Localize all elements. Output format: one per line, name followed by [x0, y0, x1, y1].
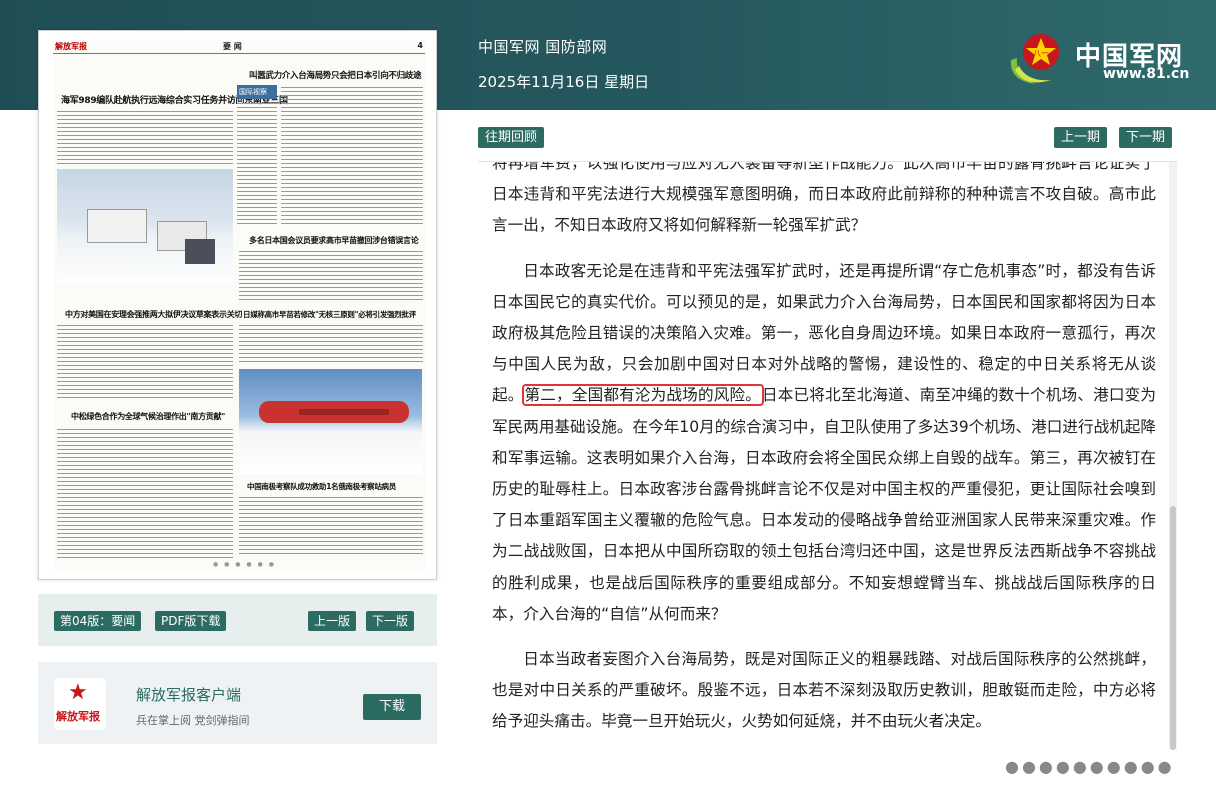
next-issue-button[interactable]: 下一期 [1119, 127, 1173, 148]
article-paragraph: 将再增军费，以强化使用与应对无人装备等新型作战能力。此次高市早苗的露骨挑衅言论证… [492, 162, 1156, 242]
app-download-button[interactable]: 下载 [363, 694, 421, 720]
divider [53, 53, 425, 54]
article-text-block[interactable] [239, 325, 423, 365]
paragraph-text: 日本已将北至北海道、南至冲绳的数十个机场、港口变为军民两用基础设施。在今年10月… [492, 386, 1156, 623]
article-text-block[interactable] [57, 111, 233, 165]
color-dots: ● ● ● ● ● ● [213, 561, 276, 568]
scrollbar-thumb[interactable] [1170, 506, 1176, 750]
newspaper-page-preview[interactable]: 解放军报 要 闻 4 海军989编队赴航执行远海综合实习任务并访问东南亚三国 叫… [38, 30, 437, 580]
article-text-block[interactable] [239, 251, 423, 301]
app-title: 解放军报客户端 [136, 686, 242, 704]
article-paragraph: 日本当政者妄图介入台海局势，既是对国际正义的粗暴践踏、对战后国际秩序的公然挑衅，… [492, 644, 1156, 738]
svg-text:八一: 八一 [1033, 49, 1049, 58]
article-text-block[interactable] [57, 429, 233, 559]
app-promo-panel: ★ 解放军报 解放军报客户端 兵在掌上阅 党剑弹指间 下载 [38, 662, 437, 744]
news-photo-red-aircraft[interactable] [239, 369, 422, 474]
prev-edition-button[interactable]: 上一版 [308, 611, 357, 631]
article-text-block[interactable] [239, 497, 423, 557]
app-logo: ★ 解放军报 [54, 678, 106, 730]
pdf-download-button[interactable]: PDF版下载 [155, 611, 227, 631]
article-text-block[interactable] [281, 87, 423, 227]
newspaper-page-header: 要 闻 [223, 42, 242, 51]
edition-bar: 第04版：要闻 PDF版下载 上一版 下一版 [38, 594, 437, 646]
logo-url: www.81.cn [1103, 66, 1190, 82]
loading-dots-icon: ●●●●●●●●●● [1005, 757, 1175, 776]
headline-japan-warning[interactable]: 叫嚣武力介入台海局势只会把日本引向不归歧途 [249, 69, 422, 81]
site-logo[interactable]: 八一 中国军网 www.81.cn [1005, 30, 1195, 90]
archive-button[interactable]: 往期回顾 [478, 127, 545, 148]
app-subtitle: 兵在掌上阅 党剑弹指间 [136, 714, 250, 727]
vehicle-shape [87, 209, 147, 243]
headline-diet-members[interactable]: 多名日本国会议员要求高市早苗撤回涉台错误言论 [249, 235, 419, 246]
news-photo-antarctic-vehicles[interactable] [57, 169, 233, 284]
highlighted-sentence: 第二，全国都有沦为战场的风险。 [521, 384, 765, 407]
headline-antarctic-rescue[interactable]: 中国南极考察队成功救助1名俄南极考察站病员 [247, 481, 396, 492]
header-texts: 中国军网 国防部网 2025年11月16日 星期日 [478, 36, 649, 92]
headline-un-resolutions[interactable]: 中方对美国在安理会强推两大拟伊决议草案表示关切 [65, 309, 242, 320]
newspaper-page-number: 4 [417, 41, 423, 50]
newspaper-masthead: 解放军报 [55, 42, 87, 51]
headline-nuclear-principles[interactable]: 日媒称高市早苗若修改"无核三原则"必将引发强烈批评 [243, 309, 416, 320]
article-text-block[interactable] [237, 103, 277, 227]
aircraft-wing-shape [299, 409, 389, 415]
next-edition-button[interactable]: 下一版 [366, 611, 415, 631]
header-site-links[interactable]: 中国军网 国防部网 [478, 36, 649, 57]
header-date: 2025年11月16日 星期日 [478, 73, 650, 91]
article-paragraph: 日本政客无论是在违背和平宪法强军扩武时，还是再提所谓“存亡危机事态”时，都没有告… [492, 256, 1156, 630]
paragraph-text: 将再增军费，以强化使用与应对无人装备等新型作战能力。此次高市早苗的露骨挑衅言论证… [492, 162, 1156, 235]
article-body[interactable]: 将再增军费，以强化使用与应对无人装备等新型作战能力。此次高市早苗的露骨挑衅言论证… [492, 162, 1156, 750]
newspaper-page[interactable]: 解放军报 要 闻 4 海军989编队赴航执行远海综合实习任务并访问东南亚三国 叫… [53, 39, 425, 571]
red-star-icon: ★ [68, 680, 88, 705]
prev-issue-button[interactable]: 上一期 [1054, 127, 1108, 148]
headline-green-cooperation[interactable]: 中松绿色合作为全球气候治理作出"南方贡献" [71, 411, 225, 422]
column-badge: 国际视察 [237, 85, 277, 99]
edition-label-button[interactable]: 第04版：要闻 [54, 611, 142, 631]
people-shape [185, 239, 215, 264]
army-star-emblem-icon: 八一 [1010, 34, 1059, 84]
paragraph-text: 日本政客无论是在违背和平宪法强军扩武时，还是再提所谓“存亡危机事态”时，都没有告… [492, 261, 1156, 405]
paragraph-text: 日本当政者妄图介入台海局势，既是对国际正义的粗暴践踏、对战后国际秩序的公然挑衅，… [492, 650, 1156, 731]
article-text-block[interactable] [57, 325, 233, 399]
app-logo-text: 解放军报 [56, 710, 100, 723]
